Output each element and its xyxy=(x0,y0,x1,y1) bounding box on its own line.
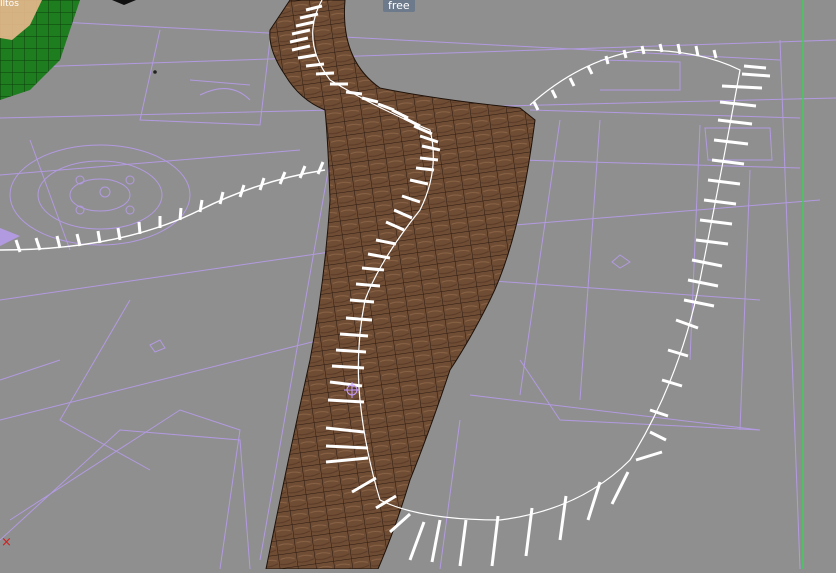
stair-arc-left xyxy=(0,169,326,251)
x-axis-marker-icon: × xyxy=(1,535,12,550)
viewport-3d[interactable]: Iltos free × xyxy=(0,0,836,570)
stair-treads-left[interactable] xyxy=(14,161,325,253)
small-dot xyxy=(153,70,157,74)
viewport-mode-label[interactable]: free xyxy=(383,0,415,12)
wooden-ramp[interactable] xyxy=(265,0,536,570)
dark-object xyxy=(112,0,136,5)
scene-canvas[interactable] xyxy=(0,0,836,570)
corner-label: Iltos xyxy=(0,0,19,9)
